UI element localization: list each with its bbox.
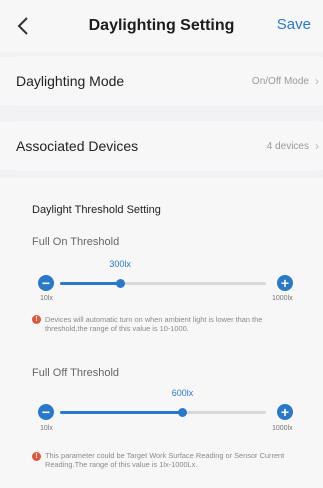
full-off-value-label: 600lx [171, 388, 194, 398]
chevron-right-icon: › [315, 74, 319, 88]
page-title: Daylighting Setting [88, 17, 235, 34]
back-button[interactable] [12, 14, 34, 38]
threshold-section [0, 178, 323, 488]
full-on-decrease-button[interactable]: − [38, 275, 54, 291]
full-on-info-text: Devices will automatic turn on when ambi… [45, 315, 263, 333]
full-on-slider-fill [60, 282, 121, 285]
associated-devices-value-wrap: 4 devices › [267, 139, 319, 153]
full-on-label: Full On Threshold [32, 236, 120, 248]
full-on-min-label: 10lx [40, 295, 53, 302]
header-bar: Daylighting Setting Save [0, 0, 323, 52]
full-off-min-label: 10lx [40, 425, 53, 432]
full-on-value-label: 300lx [109, 259, 131, 269]
daylighting-mode-label: Daylighting Mode [16, 73, 125, 89]
warning-icon: ! [32, 315, 41, 324]
save-button[interactable]: Save [277, 16, 311, 33]
full-off-label: Full Off Threshold [32, 367, 120, 379]
daylighting-mode-row[interactable]: Daylighting Mode On/Off Mode › [16, 56, 319, 106]
full-off-increase-button[interactable]: + [277, 404, 293, 420]
daylighting-mode-value-wrap: On/Off Mode › [252, 74, 319, 88]
threshold-section-title: Daylight Threshold Setting [32, 204, 161, 216]
full-on-increase-button[interactable]: + [277, 275, 293, 291]
full-on-max-label: 1000lx [272, 295, 293, 302]
chevron-left-icon [17, 17, 28, 35]
full-off-max-label: 1000lx [272, 425, 293, 432]
full-off-slider-fill [60, 411, 183, 414]
full-off-info-text: This parameter could be Target Work Surf… [45, 451, 285, 469]
full-on-slider-thumb[interactable] [115, 279, 125, 288]
daylighting-mode-value: On/Off Mode [251, 75, 309, 87]
associated-devices-value: 4 devices [266, 140, 309, 152]
full-off-decrease-button[interactable]: − [38, 404, 54, 420]
chevron-right-icon: › [315, 139, 319, 153]
associated-devices-label: Associated Devices [16, 138, 139, 154]
full-on-slider[interactable] [60, 279, 266, 288]
full-off-slider[interactable] [60, 408, 266, 417]
associated-devices-row[interactable]: Associated Devices 4 devices › [16, 121, 319, 171]
warning-icon: ! [32, 452, 41, 461]
